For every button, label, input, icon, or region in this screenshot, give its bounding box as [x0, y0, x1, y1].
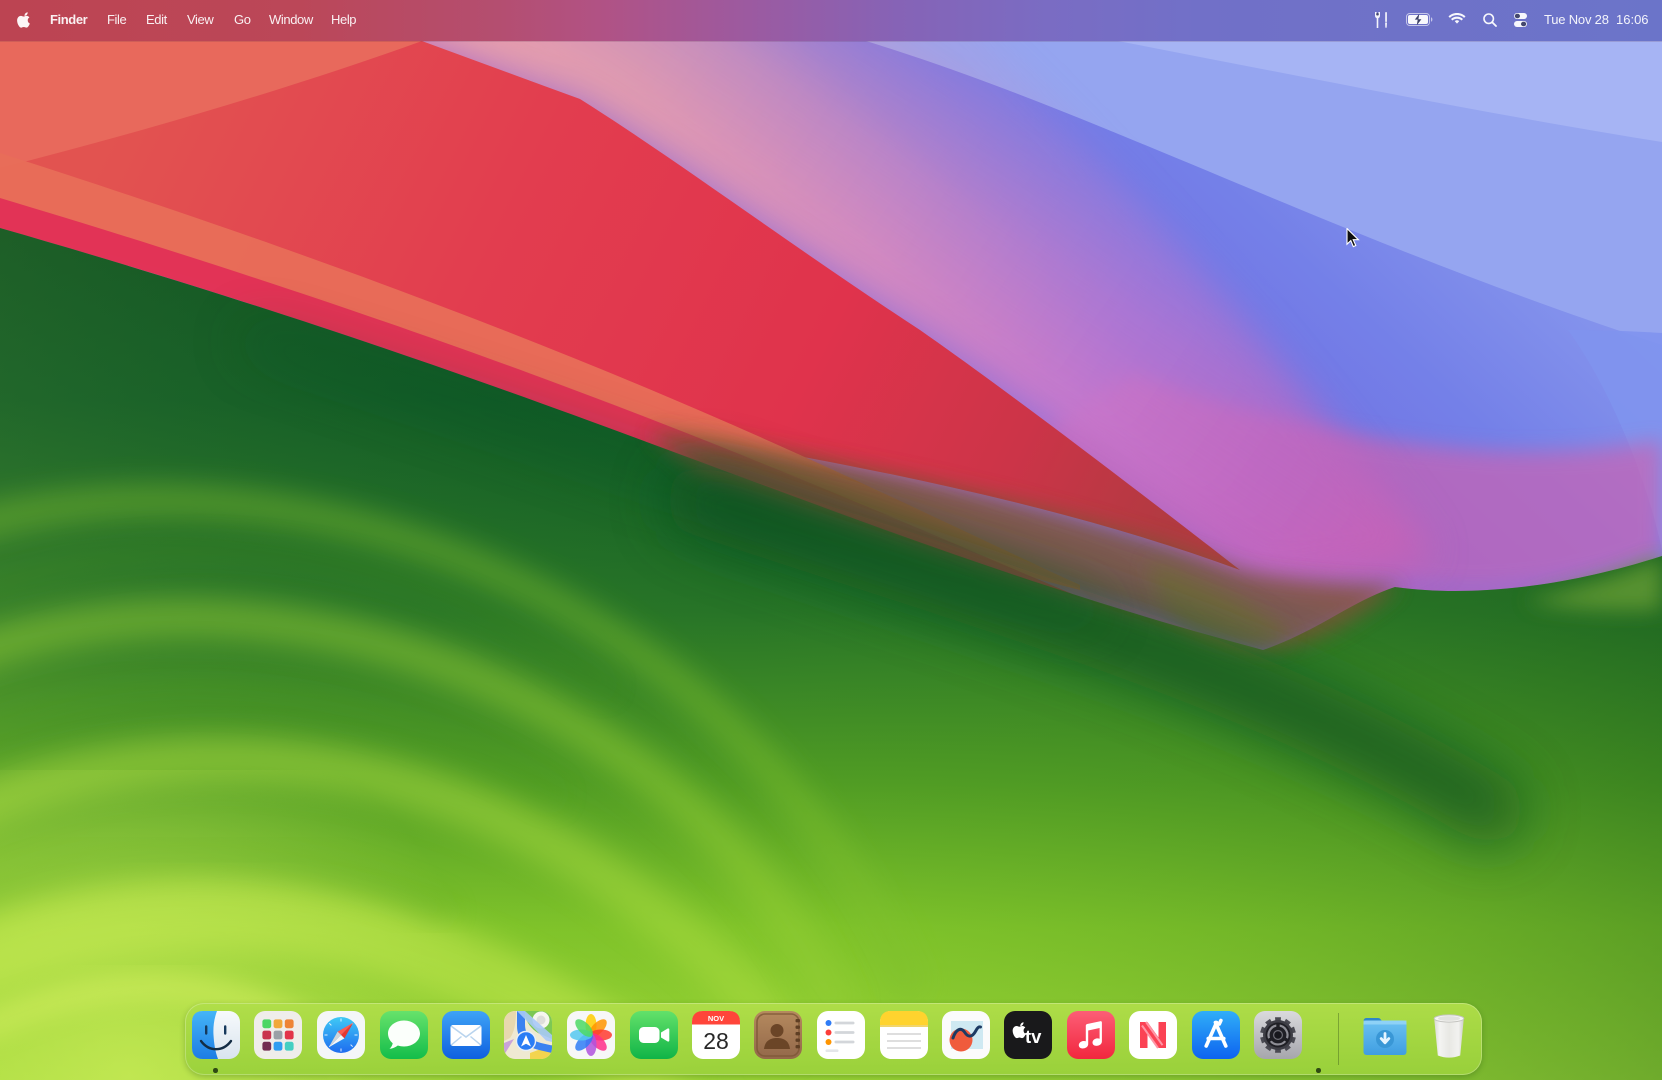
svg-text:28: 28 — [703, 1028, 729, 1054]
svg-text:NOV: NOV — [708, 1014, 724, 1023]
svg-text:tv: tv — [1025, 1026, 1042, 1047]
